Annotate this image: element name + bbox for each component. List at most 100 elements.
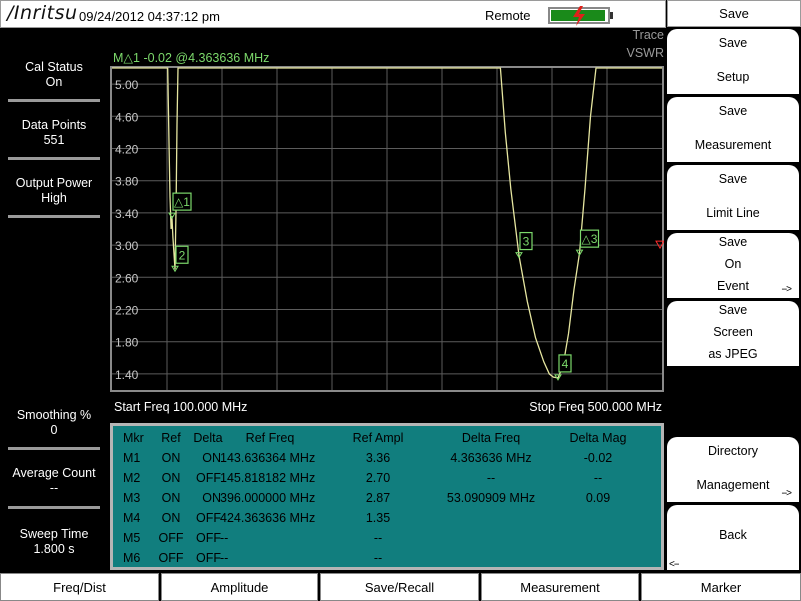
marker-label: 2 [179,248,186,262]
output-power: Output Power High [8,176,100,206]
cell-delta: ON [202,491,221,505]
lightning-bolt-icon [573,6,585,26]
sweep-time: Sweep Time 1.800 s [8,527,100,557]
y-tick-label: 1.40 [115,368,139,382]
cal-status-value: On [45,75,63,89]
cell-ref-freq: 424.363636 MHz [220,511,316,525]
header-delta-mag: Delta Mag [569,431,627,445]
cell-mkr: M1 [123,451,141,465]
header-mkr: Mkr [123,431,144,445]
cell-delta: OFF [196,531,221,545]
cell-ref-freq: -- [220,531,229,545]
average-count-value: -- [49,481,59,495]
header-ref-ampl: Ref Ampl [352,431,404,445]
sweep-time-value: 1.800 s [33,542,75,556]
y-tick-label: 3.80 [115,175,139,189]
cell-delta-mag: -0.02 [583,451,613,465]
output-power-label: Output Power [15,176,93,190]
cell-ref-ampl: 2.70 [365,471,391,485]
average-count: Average Count -- [8,466,100,496]
average-count-label: Average Count [12,466,96,480]
cell-ref-ampl: 3.36 [365,451,391,465]
cell-delta-freq: 53.090909 MHz [446,491,536,505]
directory-management-button[interactable]: Directory Management --> [667,437,799,502]
save-on-event-line3: Event [717,279,749,293]
data-points-value: 551 [43,133,65,147]
header-delta: Delta [193,431,223,445]
smoothing-label: Smoothing % [16,408,92,422]
divider [8,506,100,509]
save-setup-line2: Setup [716,70,750,84]
cell-delta: OFF [196,551,221,565]
y-tick-label: 3.00 [115,239,139,253]
save-limit-line-button[interactable]: Save Limit Line [667,165,799,230]
amplitude-menu-button[interactable]: Amplitude [161,573,318,601]
back-button[interactable]: Back <-- [667,505,799,570]
y-tick-label: 2.20 [115,304,139,318]
save-limit-line-line2: Limit Line [706,206,760,220]
save-measurement-line1: Save [718,104,748,118]
menu-title: Save [667,0,801,27]
directory-management-line2: Management [696,478,770,492]
header-ref: Ref [161,431,181,445]
divider [8,157,100,160]
battery-charging-icon [548,6,610,26]
cell-ref-ampl: 2.87 [365,491,391,505]
freq-dist-menu-button[interactable]: Freq/Dist [0,573,159,601]
cell-ref: ON [161,511,181,525]
status-bar: /Inritsu 09/24/2012 04:37:12 pm Remote [0,0,666,28]
y-tick-label: 5.00 [115,78,139,92]
vswr-plot[interactable]: 5.00 4.60 4.20 3.80 3.40 3.00 2.60 2.20 1.80 1.40… [110,66,664,392]
save-setup-line1: Save [718,36,748,50]
marker-label: 4 [562,357,569,371]
cell-mkr: M4 [123,511,141,525]
cell-ref-freq: 143.636364 MHz [220,451,316,465]
cal-status: Cal Status On [8,60,100,90]
save-measurement-button[interactable]: Save Measurement [667,97,799,162]
back-label: Back [719,528,747,542]
save-screen-line1: Save [718,303,748,317]
cal-status-label: Cal Status [25,60,83,74]
save-on-event-line2: On [724,257,742,271]
cell-delta-mag: 0.09 [585,491,611,505]
marker-label: △1 [174,195,190,209]
cell-mkr: M5 [123,531,141,545]
cell-ref-ampl: 1.35 [365,511,391,525]
cell-mkr: M2 [123,471,141,485]
marker-label: 3 [523,235,530,249]
battery-tip [610,12,613,19]
cell-delta: ON [202,451,221,465]
sweep-time-label: Sweep Time [19,527,89,541]
output-power-value: High [41,191,67,205]
save-screen-jpeg-button[interactable]: Save Screen as JPEG [667,301,799,366]
trace-label: Trace [632,28,665,42]
save-setup-button[interactable]: Save Setup [667,29,799,94]
header-delta-freq: Delta Freq [461,431,521,445]
divider [8,99,100,102]
cell-ref: ON [161,491,181,505]
active-marker-readout: M△1 -0.02 @4.363636 MHz [113,51,270,65]
cell-ref: OFF [158,531,184,545]
y-tick-label: 3.40 [115,207,139,221]
cell-ref-freq: 396.000000 MHz [220,491,316,505]
measurement-menu-button[interactable]: Measurement [481,573,639,601]
back-arrow-icon: <-- [669,559,679,570]
cell-mkr: M3 [123,491,141,505]
save-on-event-button[interactable]: Save On Event --> [667,233,799,298]
marker-menu-button[interactable]: Marker [641,573,801,601]
y-tick-label: 1.80 [115,336,139,350]
save-recall-menu-button[interactable]: Save/Recall [320,573,479,601]
save-measurement-line2: Measurement [694,138,772,152]
data-points-label: Data Points [21,118,87,132]
smoothing-value: 0 [50,423,58,437]
trace-type: VSWR [626,46,665,60]
divider [8,215,100,218]
marker-label: △3 [582,232,598,246]
cell-ref: OFF [158,551,184,565]
header-ref-freq: Ref Freq [245,431,295,445]
cell-ref-freq: 145.818182 MHz [220,471,316,485]
save-screen-line2: Screen [713,325,753,339]
cell-delta-freq: -- [486,471,496,485]
start-frequency: Start Freq 100.000 MHz [114,400,248,414]
y-tick-label: 2.60 [115,271,139,285]
